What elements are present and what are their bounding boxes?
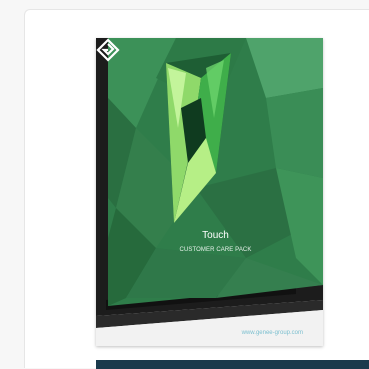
genee-logo-icon <box>96 38 120 62</box>
website-url: www.genee-group.com <box>241 330 303 336</box>
product-card: Touch CUSTOMER CARE PACK www.genee-group… <box>24 9 369 369</box>
brochure-cover-image[interactable]: Touch CUSTOMER CARE PACK www.genee-group… <box>96 38 323 346</box>
product-name: Touch <box>202 230 229 241</box>
product-subtitle: CUSTOMER CARE PACK <box>179 247 252 253</box>
brochure-artwork <box>96 38 323 346</box>
